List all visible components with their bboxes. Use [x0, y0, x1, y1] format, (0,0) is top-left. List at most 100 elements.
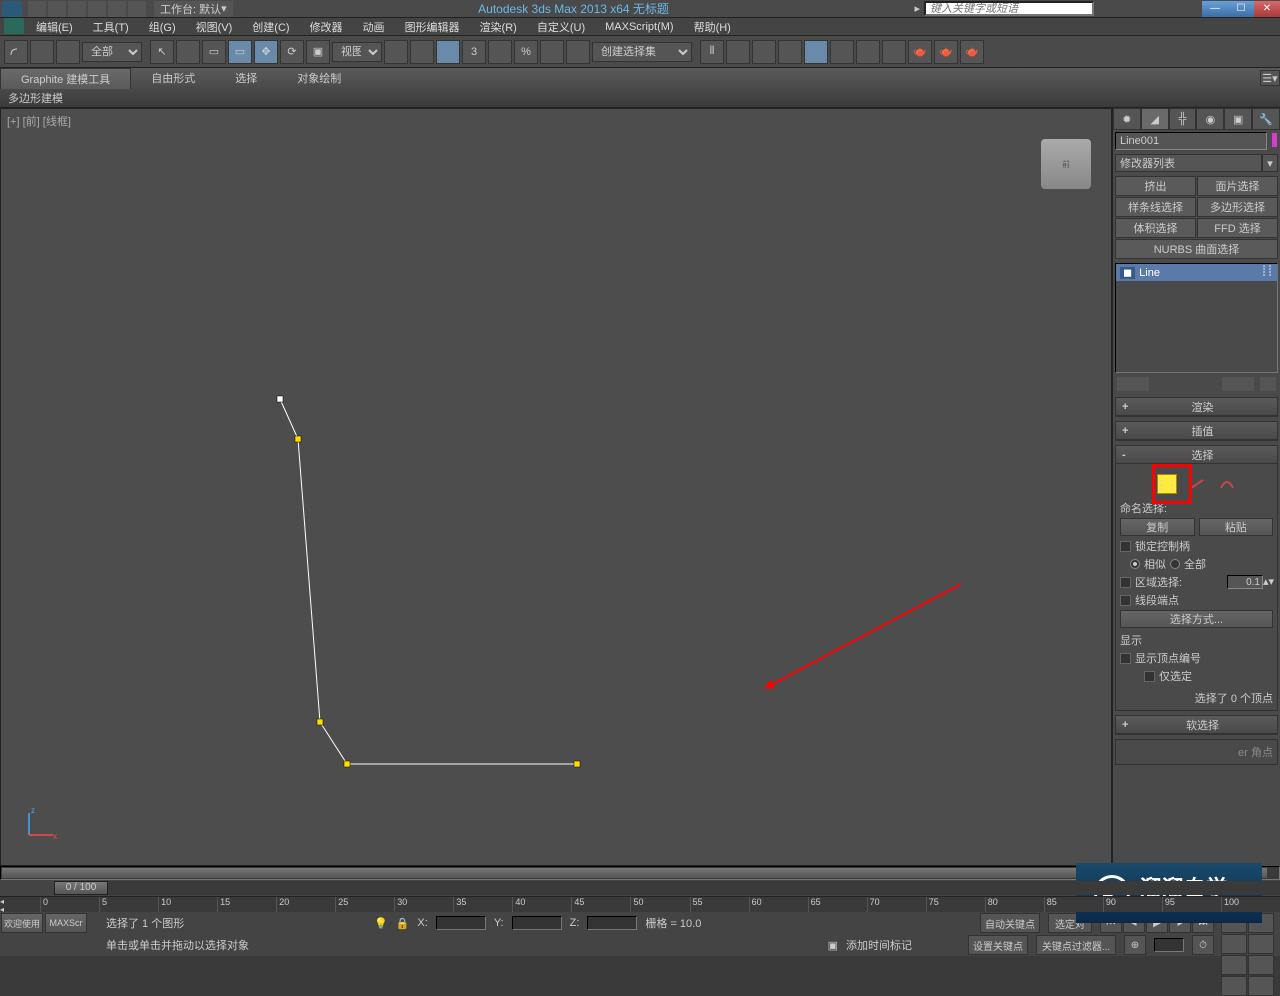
time-slider[interactable]: 0 / 100 [0, 880, 1280, 896]
mod-patch-button[interactable]: 面片选择 [1197, 176, 1278, 196]
render-preset-button[interactable]: 🫖 [934, 40, 958, 64]
snap-options-button[interactable] [540, 40, 564, 64]
frame-input[interactable] [1154, 938, 1184, 952]
configure-icon[interactable] [1260, 377, 1276, 391]
select-rotate-button[interactable]: ⟳ [280, 40, 304, 64]
menu-help[interactable]: 帮助(H) [684, 19, 741, 35]
render-frame-button[interactable] [882, 40, 906, 64]
walk-button[interactable] [1248, 976, 1274, 996]
time-config-icon[interactable]: ⏱ [1192, 935, 1214, 955]
copy-button[interactable]: 复制 [1120, 518, 1195, 536]
menu-rendering[interactable]: 渲染(R) [470, 19, 527, 35]
unlink-button[interactable] [30, 40, 54, 64]
time-slider-thumb[interactable]: 0 / 100 [54, 881, 108, 895]
viewport-front[interactable]: [+] [前] [线框] 前 z x [0, 108, 1112, 866]
rollout-soft-header[interactable]: +软选择 [1116, 716, 1277, 734]
y-coord-input[interactable] [512, 916, 562, 930]
menu-tools[interactable]: 工具(T) [83, 19, 139, 35]
rollout-selection-header[interactable]: -选择 [1116, 446, 1277, 464]
modify-tab-icon[interactable]: ◢ [1141, 108, 1169, 130]
max-logo-icon[interactable] [4, 18, 24, 34]
remove-mod-icon[interactable] [1238, 377, 1254, 391]
add-time-tag[interactable]: 添加时间标记 [846, 937, 912, 953]
render-button[interactable]: 🫖 [908, 40, 932, 64]
percent-snap-button[interactable] [488, 40, 512, 64]
segment-end-checkbox[interactable] [1120, 595, 1131, 606]
all-radio[interactable] [1170, 559, 1180, 569]
utilities-tab-icon[interactable]: 🔧 [1252, 108, 1280, 130]
named-selection-set[interactable]: 创建选择集 [592, 42, 692, 62]
curve-editor-button[interactable] [778, 40, 802, 64]
autokey-button[interactable]: 自动关键点 [980, 913, 1040, 933]
qat-new[interactable] [28, 1, 46, 17]
bind-button[interactable] [56, 40, 80, 64]
lock-icon[interactable]: 💡 [374, 917, 388, 930]
isolate-icon[interactable]: ▣ [828, 939, 838, 952]
lock-sel-icon[interactable]: 🔒 [396, 917, 410, 930]
app-icon[interactable] [2, 1, 22, 17]
manipulate-button[interactable] [410, 40, 434, 64]
hierarchy-tab-icon[interactable]: ╬ [1169, 108, 1197, 130]
menu-modifiers[interactable]: 修改器 [300, 19, 353, 35]
pan-button[interactable] [1221, 955, 1247, 975]
poly-modeling-label[interactable]: 多边形建模 [8, 90, 63, 106]
rollout-interpolation-header[interactable]: +插值 [1116, 422, 1277, 440]
mod-extrude-button[interactable]: 挤出 [1115, 176, 1196, 196]
show-vertex-num-checkbox[interactable] [1120, 653, 1131, 664]
area-select-spinner[interactable] [1227, 575, 1263, 589]
key-filters-button[interactable]: 关键点过滤器... [1036, 935, 1116, 955]
mod-nurbs-button[interactable]: NURBS 曲面选择 [1115, 239, 1278, 259]
angle-snap-button[interactable]: 3 [462, 40, 486, 64]
mod-volume-button[interactable]: 体积选择 [1115, 218, 1196, 238]
binoculars-icon[interactable] [1100, 1, 1116, 17]
script-listener-button[interactable]: MAXScr [45, 913, 87, 933]
create-tab-icon[interactable]: ✹ [1113, 108, 1141, 130]
select-name-button[interactable] [176, 40, 200, 64]
welcome-button[interactable]: 欢迎使用 [1, 913, 43, 933]
mod-poly-button[interactable]: 多边形选择 [1197, 197, 1278, 217]
menu-edit[interactable]: 编辑(E) [26, 19, 83, 35]
pin-stack-icon[interactable] [1117, 377, 1133, 391]
setkey-button[interactable]: 设置关键点 [968, 935, 1028, 955]
show-end-icon[interactable] [1133, 377, 1149, 391]
display-tab-icon[interactable]: ▣ [1224, 108, 1252, 130]
star-icon[interactable] [1160, 1, 1176, 17]
similar-radio[interactable] [1130, 559, 1140, 569]
select-region-button[interactable]: ▭ [202, 40, 226, 64]
spline-subobject-button[interactable] [1217, 474, 1237, 494]
key-icon[interactable] [1120, 1, 1136, 17]
mod-spline-button[interactable]: 样条线选择 [1115, 197, 1196, 217]
select-move-button[interactable]: ✥ [254, 40, 278, 64]
window-crossing-button[interactable]: ▭ [228, 40, 252, 64]
layers-button[interactable] [752, 40, 776, 64]
selection-filter[interactable]: 全部 [82, 42, 142, 62]
menu-graph-editors[interactable]: 图形编辑器 [395, 19, 470, 35]
help-search-input[interactable] [924, 1, 1094, 16]
object-name-input[interactable] [1115, 132, 1267, 150]
mirror-button[interactable]: ⦀ [700, 40, 724, 64]
max-toggle-button[interactable] [1221, 976, 1247, 996]
render-prod-button[interactable]: 🫖 [960, 40, 984, 64]
reference-coord[interactable]: 视图 [332, 42, 382, 62]
x-coord-input[interactable] [436, 916, 486, 930]
key-mode-icon[interactable]: ⊕ [1124, 935, 1146, 955]
menu-customize[interactable]: 自定义(U) [527, 19, 595, 35]
tab-freeform[interactable]: 自由形式 [131, 68, 215, 88]
track-bar[interactable]: ◂ ◂ 051015202530354045505560657075808590… [0, 896, 1280, 912]
menu-view[interactable]: 视图(V) [186, 19, 243, 35]
minimize-button[interactable]: — [1202, 1, 1228, 17]
ribbon-min-icon[interactable]: ☰▾ [1260, 70, 1280, 86]
select-object-button[interactable]: ↖ [150, 40, 174, 64]
schematic-button[interactable] [804, 40, 828, 64]
menu-maxscript[interactable]: MAXScript(M) [595, 21, 683, 33]
menu-create[interactable]: 创建(C) [242, 19, 299, 35]
z-coord-input[interactable] [587, 916, 637, 930]
area-select-checkbox[interactable] [1120, 577, 1131, 588]
help-icon[interactable] [1180, 1, 1196, 17]
align-button[interactable] [726, 40, 750, 64]
qat-save[interactable] [68, 1, 86, 17]
motion-tab-icon[interactable]: ◉ [1196, 108, 1224, 130]
object-color-swatch[interactable] [1272, 133, 1277, 147]
exchange-icon[interactable] [1140, 1, 1156, 17]
arc-rotate-button[interactable] [1248, 955, 1274, 975]
